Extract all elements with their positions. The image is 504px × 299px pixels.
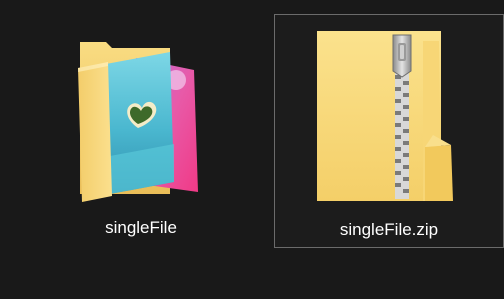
file-name-label: singleFile.zip [339, 220, 439, 239]
folder-with-image-icon [78, 42, 198, 202]
file-name-label: singleFile [105, 218, 177, 237]
zip-item-singlefile[interactable]: singleFile.zip [274, 14, 504, 248]
zip-folder-icon [317, 31, 453, 201]
file-explorer-view: singleFile singleFile.zip [0, 0, 504, 299]
folder-item-singlefile[interactable]: singleFile [66, 16, 216, 248]
